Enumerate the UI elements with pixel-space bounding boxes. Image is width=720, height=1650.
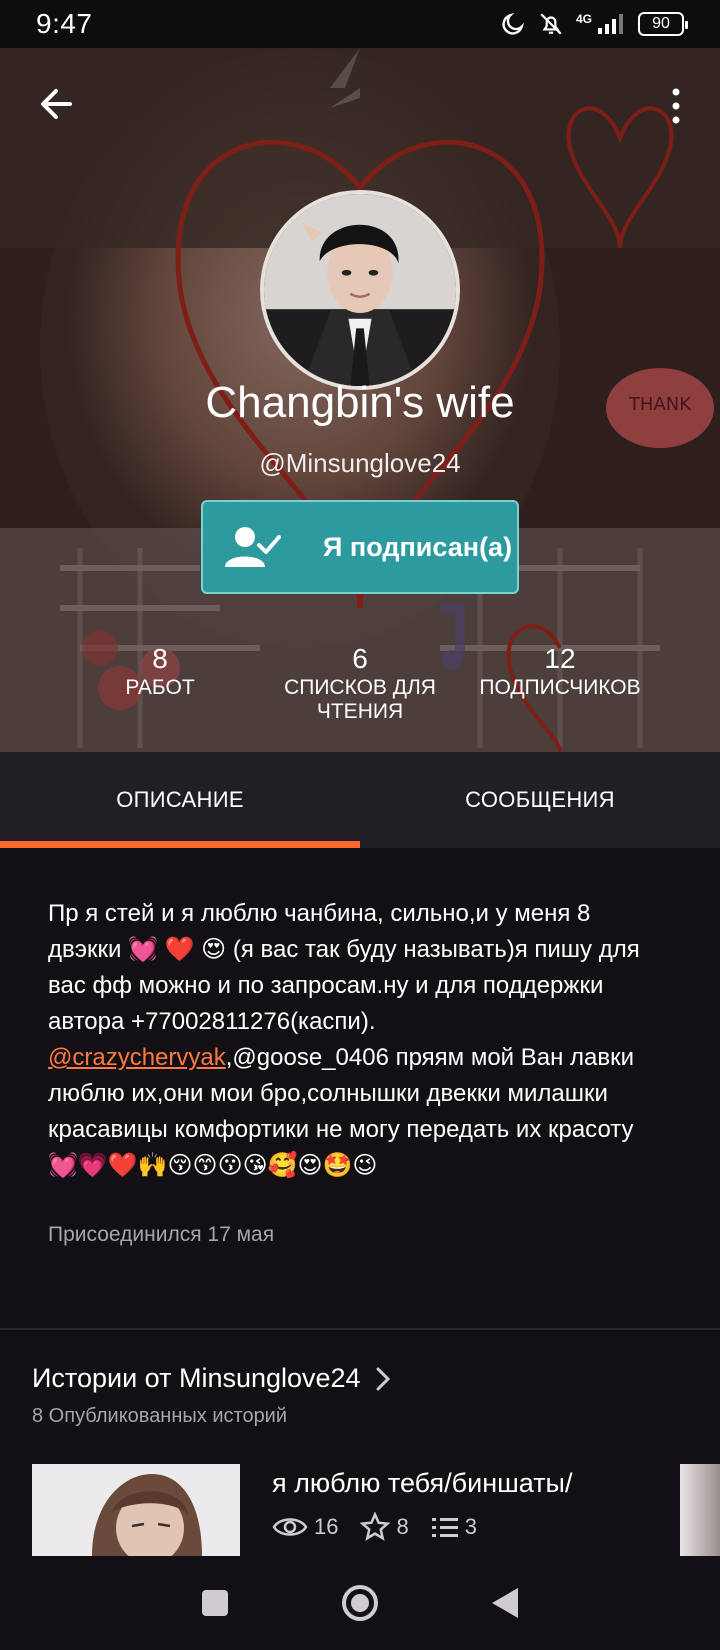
stat-reading-lists-label: СПИСКОВ ДЛЯ ЧТЕНИЯ: [284, 676, 436, 723]
avatar[interactable]: [260, 190, 460, 390]
following-button[interactable]: Я подписан(а): [201, 500, 519, 594]
profile-description: Пр я стей и я люблю чанбина, сильно,и у …: [48, 896, 658, 1184]
story-reads-count: 16: [314, 1514, 339, 1539]
stat-reading-lists-value: 6: [352, 643, 368, 674]
stat-works-label: РАБОТ: [125, 676, 195, 699]
story-stats: 16 8 3: [272, 1512, 499, 1542]
eye-icon: [272, 1518, 308, 1536]
stat-reading-lists[interactable]: 6 СПИСКОВ ДЛЯ ЧТЕНИЯ: [270, 642, 450, 724]
story-votes: 8: [360, 1512, 409, 1542]
stories-title-text: Истории от Minsunglove24: [32, 1363, 361, 1393]
section-divider: [0, 1328, 720, 1330]
tab-description[interactable]: ОПИСАНИЕ: [0, 752, 360, 848]
story-parts-count: 3: [464, 1514, 477, 1539]
profile-tabs: ОПИСАНИЕ СООБЩЕНИЯ: [0, 752, 720, 848]
moon-icon: [502, 12, 525, 35]
story-title[interactable]: я люблю тебя/биншаты/: [272, 1468, 572, 1499]
home-icon[interactable]: [340, 1583, 380, 1623]
network-type: 4G: [575, 12, 592, 26]
next-story-cover[interactable]: [680, 1464, 720, 1556]
story-parts: 3: [431, 1514, 477, 1540]
system-nav-bar: [0, 1556, 720, 1650]
user-check-icon: [225, 527, 281, 567]
description-text: Пр я стей и я люблю чанбина, сильно,и у …: [48, 900, 640, 1035]
stat-followers[interactable]: 12 ПОДПИСЧИКОВ: [470, 642, 650, 700]
battery-level: 90: [652, 15, 670, 32]
username: @Minsunglove24: [259, 448, 461, 478]
stat-works[interactable]: 8 РАБОТ: [100, 642, 220, 700]
stories-section-title[interactable]: Истории от Minsunglove24: [32, 1363, 391, 1394]
stat-followers-label: ПОДПИСЧИКОВ: [479, 676, 641, 699]
profile-stats: 8 РАБОТ 6 СПИСКОВ ДЛЯ ЧТЕНИЯ 12 ПОДПИСЧИ…: [0, 642, 720, 752]
status-bar: 9:47 4G 90: [0, 0, 720, 48]
list-icon: [431, 1518, 458, 1537]
battery-icon: 90: [638, 12, 688, 36]
back-triangle-icon[interactable]: [490, 1586, 520, 1620]
more-options-icon[interactable]: [668, 86, 684, 126]
chevron-right-icon: [376, 1367, 390, 1390]
tab-messages[interactable]: СООБЩЕНИЯ: [360, 752, 720, 848]
story-cover-image[interactable]: [32, 1464, 240, 1556]
status-icons: 4G 90: [500, 11, 688, 37]
star-icon: [360, 1512, 391, 1541]
stories-count: 8 Опубликованных историй: [32, 1405, 288, 1427]
mention-link[interactable]: @crazychervyak: [48, 1044, 226, 1071]
recent-apps-icon[interactable]: [200, 1588, 230, 1618]
bell-off-icon: [540, 13, 562, 35]
story-reads: 16: [272, 1514, 338, 1540]
story-votes-count: 8: [396, 1514, 409, 1539]
joined-date: Присоединился 17 мая: [48, 1223, 275, 1246]
back-arrow-icon[interactable]: [36, 84, 76, 124]
stat-followers-value: 12: [544, 643, 576, 674]
signal-icon: [598, 14, 623, 34]
following-button-label: Я подписан(а): [323, 531, 513, 562]
display-name: Changbin's wife: [205, 378, 515, 427]
status-time: 9:47: [36, 8, 93, 39]
profile-header: THANK Changbin's wife @Minsunglove24 Я п…: [0, 48, 720, 752]
stat-works-value: 8: [152, 643, 168, 674]
